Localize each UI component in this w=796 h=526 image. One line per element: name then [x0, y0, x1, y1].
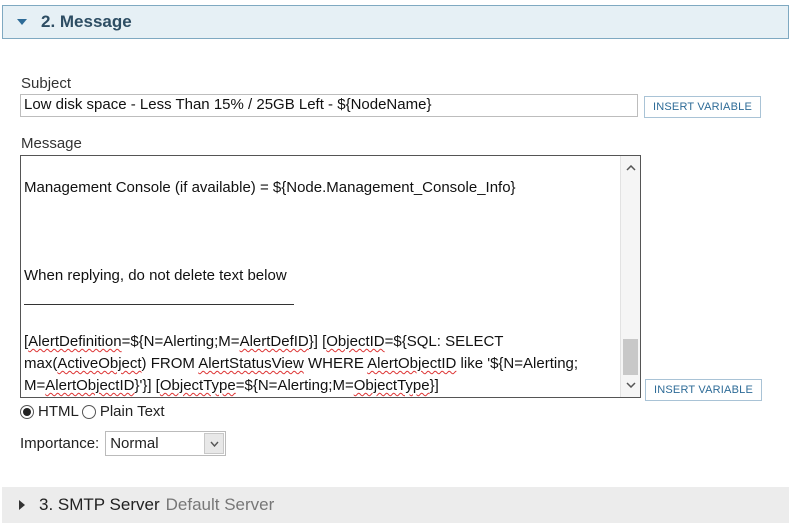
html-radio[interactable] — [20, 404, 34, 419]
message-line: [AlertDefinition=${N=Alerting;M=AlertDef… — [24, 333, 504, 350]
smtp-section-title: 3. SMTP Server — [39, 495, 160, 514]
section-header-message[interactable]: 2. Message — [2, 5, 789, 39]
html-radio-label: HTML — [38, 403, 79, 420]
message-scrollbar[interactable] — [620, 156, 640, 397]
chevron-up-icon[interactable] — [621, 158, 640, 178]
subject-label: Subject — [21, 75, 72, 92]
scrollbar-thumb[interactable] — [623, 339, 638, 375]
section-header-smtp[interactable]: 3. SMTP Server Default Server — [2, 487, 789, 523]
caret-right-icon — [19, 500, 25, 510]
format-radio-group: HTML Plain Text — [20, 403, 165, 420]
message-label: Message — [21, 135, 82, 152]
subject-input[interactable]: Low disk space - Less Than 15% / 25GB Le… — [20, 94, 638, 117]
divider — [24, 304, 294, 305]
message-line: max(ActiveObject) FROM AlertStatusView W… — [24, 355, 579, 372]
message-line: Management Console (if available) = ${No… — [24, 179, 516, 196]
importance-value: Normal — [110, 435, 159, 452]
message-line: When replying, do not delete text below — [24, 267, 287, 284]
chevron-down-icon[interactable] — [621, 375, 640, 395]
chevron-down-icon — [204, 433, 225, 454]
smtp-section-subtitle: Default Server — [165, 495, 275, 514]
plain-text-radio[interactable] — [81, 404, 96, 419]
plain-text-radio-label: Plain Text — [99, 403, 165, 420]
importance-row: Importance: Normal — [20, 431, 227, 456]
message-textarea[interactable]: Management Console (if available) = ${No… — [20, 155, 641, 398]
caret-down-icon — [17, 19, 27, 25]
message-insert-variable-button[interactable]: INSERT VARIABLE — [645, 379, 762, 401]
subject-insert-variable-button[interactable]: INSERT VARIABLE — [644, 96, 761, 118]
section-title: 2. Message — [41, 12, 132, 31]
message-line: M=AlertObjectID}'}] [ObjectType=${N=Aler… — [24, 377, 439, 394]
importance-select[interactable]: Normal — [105, 431, 227, 456]
importance-label: Importance: — [20, 435, 100, 452]
